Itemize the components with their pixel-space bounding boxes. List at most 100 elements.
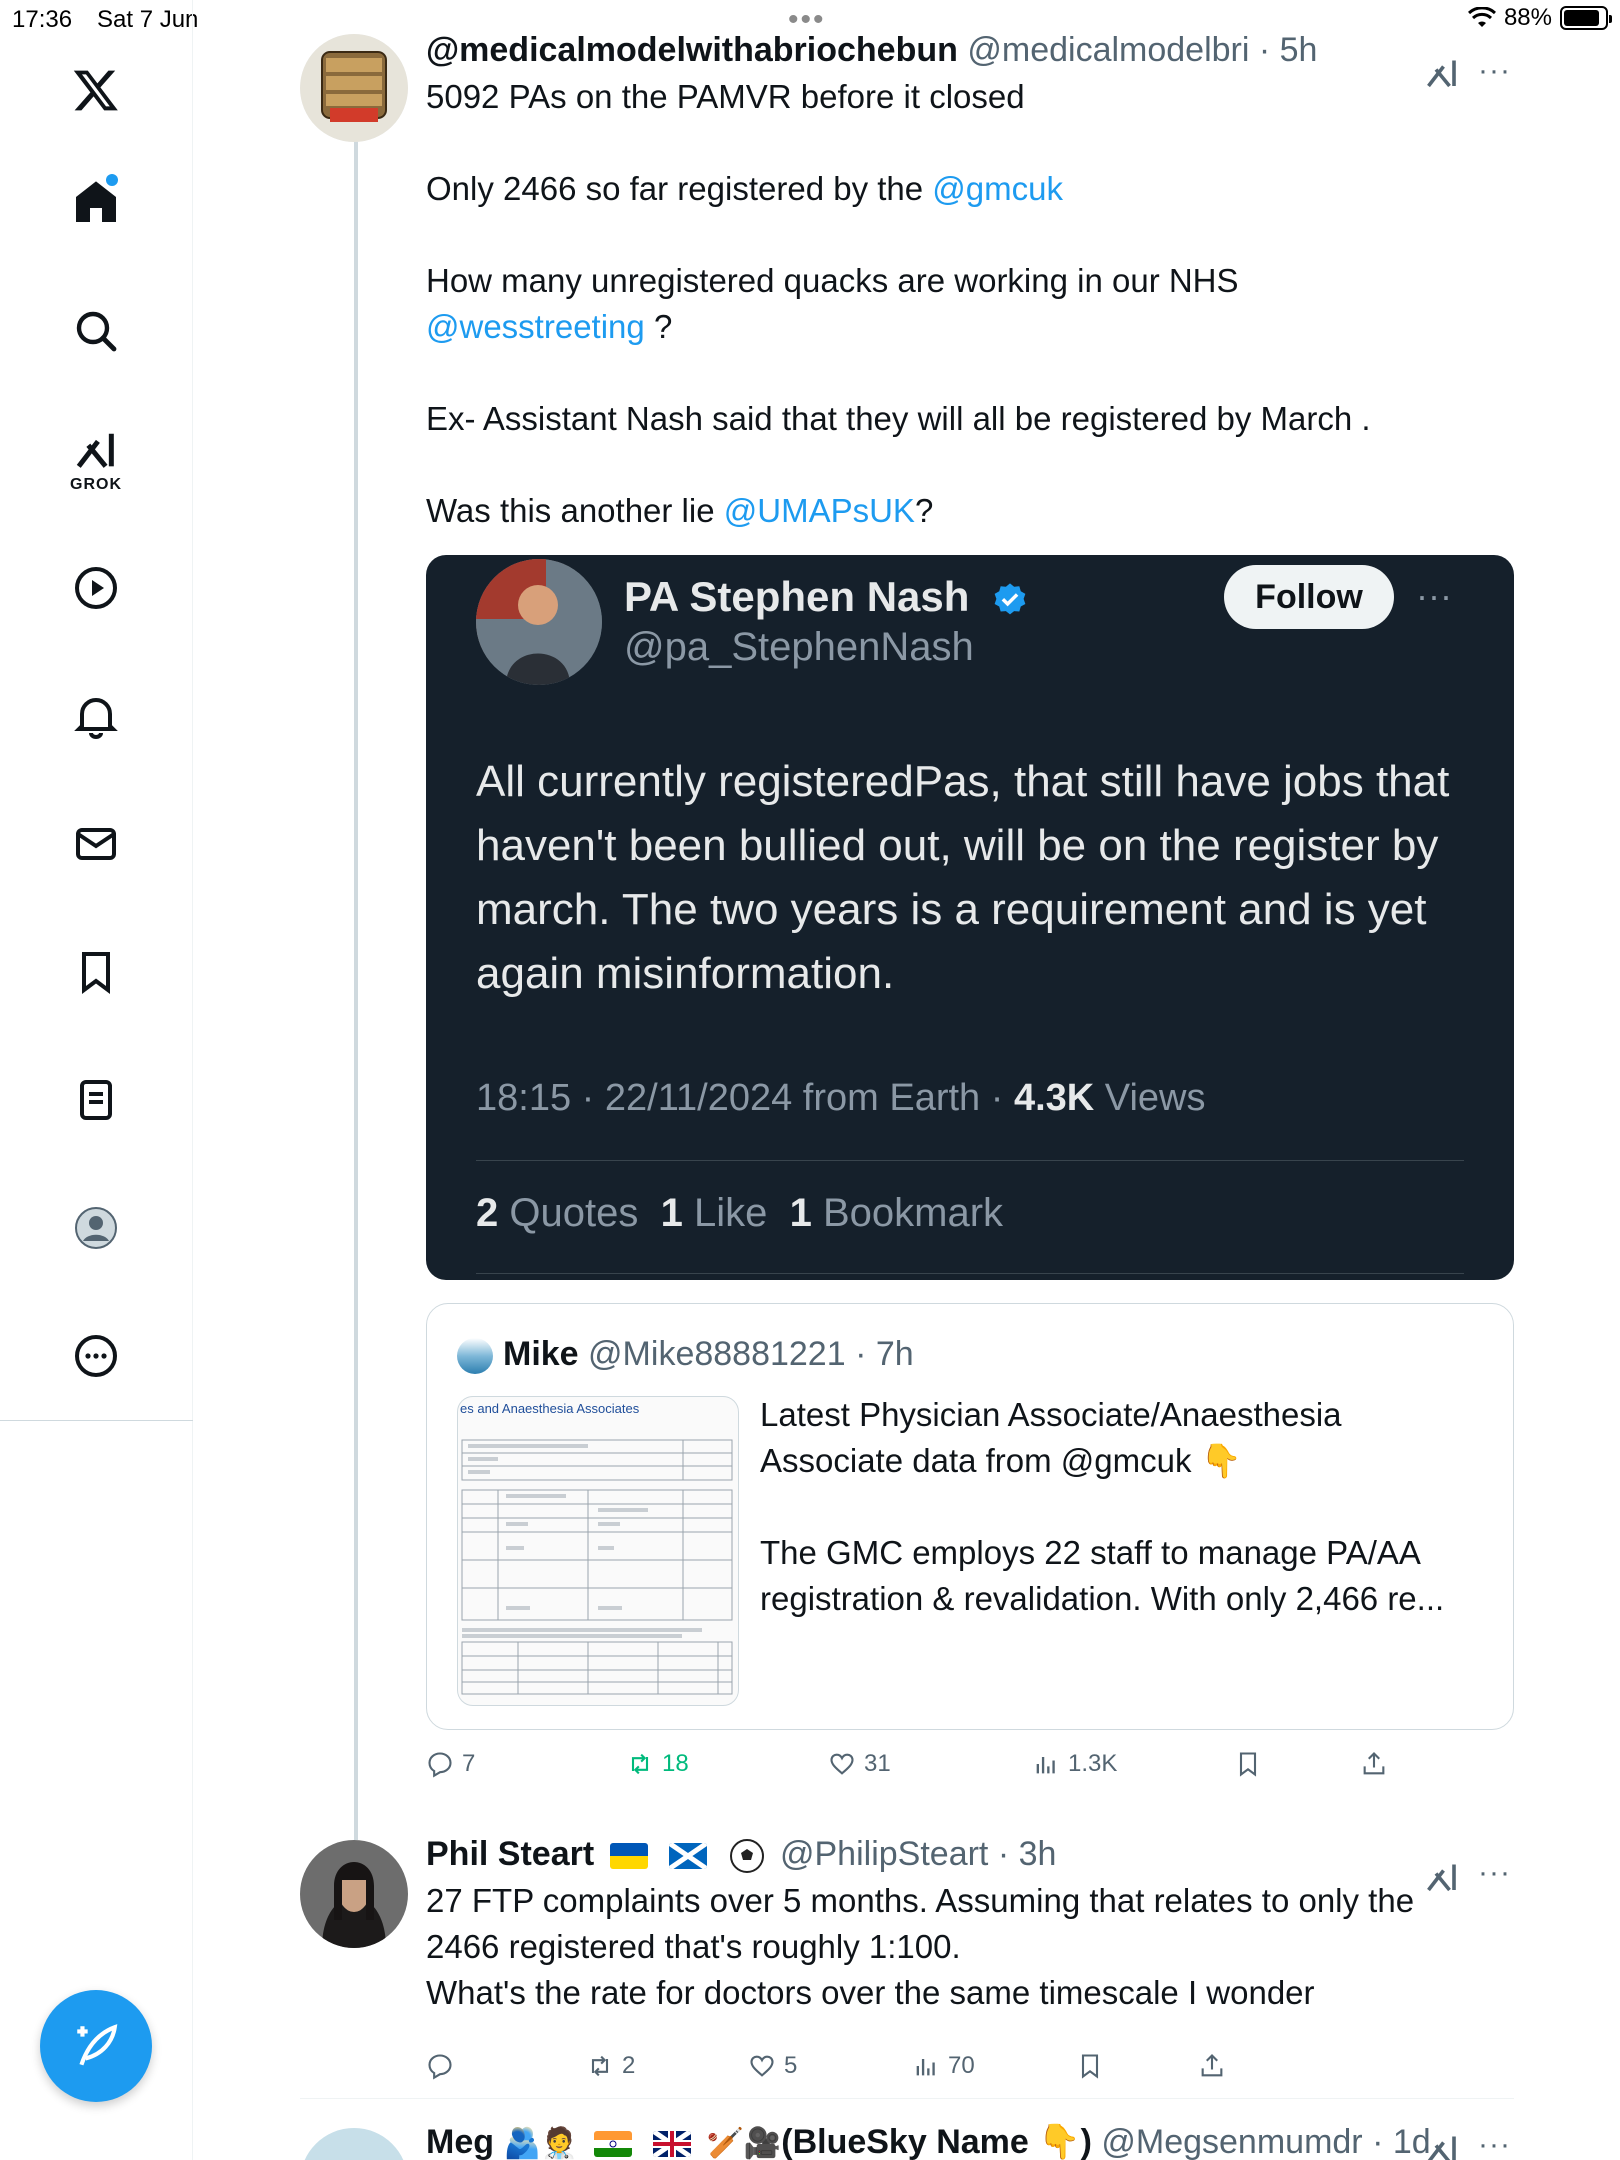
- thumbnail-title: es and Anaesthesia Associates: [460, 1401, 640, 1416]
- more-options-icon: ···: [1416, 575, 1452, 616]
- bookmark-button[interactable]: [1234, 1750, 1262, 1778]
- retweet-count: 18: [662, 1750, 689, 1777]
- analytics-icon: [916, 2059, 935, 2076]
- views-button[interactable]: 70: [912, 2052, 975, 2080]
- handle[interactable]: @PhilipSteart: [780, 1835, 988, 1873]
- like-count: 5: [784, 2052, 798, 2079]
- data-table-thumbnail[interactable]: es and Anaesthesia Associates: [457, 1396, 739, 1706]
- sidebar-item-bookmarks[interactable]: [60, 936, 132, 1008]
- handle[interactable]: @Megsenmumdr: [1101, 2123, 1362, 2160]
- mention-link[interactable]: @UMAPsUK: [724, 492, 915, 529]
- bookmark-icon: [82, 952, 110, 994]
- bell-icon: [74, 698, 118, 739]
- tweet-line: 2466 registered that's roughly 1:100.: [426, 1928, 961, 1965]
- cricket-camera-icons: 🏏🎥: [706, 2127, 782, 2160]
- like-count: 31: [864, 1750, 891, 1777]
- bookmark-icon: [1239, 1752, 1257, 1777]
- sidebar-item-lists[interactable]: [60, 1064, 132, 1136]
- person-photo: [476, 559, 602, 685]
- handle[interactable]: @medicalmodelbri: [967, 31, 1249, 69]
- share-icon: [1363, 1752, 1385, 1775]
- sidebar-item-profile[interactable]: [60, 1192, 132, 1264]
- sidebar-item-more[interactable]: [60, 1320, 132, 1392]
- sidebar-item-explore[interactable]: [60, 295, 132, 367]
- avatar: [476, 559, 602, 685]
- profile-avatar-icon: [75, 1207, 117, 1249]
- more-options-icon[interactable]: ···: [1478, 56, 1511, 86]
- sidebar: GROK: [0, 0, 193, 2160]
- display-name[interactable]: Phil Steart: [426, 1835, 594, 1873]
- uk-flag-icon: [653, 2131, 692, 2158]
- share-icon: [1201, 2054, 1223, 2077]
- bookmarks-count: 1: [789, 1191, 812, 1235]
- retweet-button[interactable]: 18: [626, 1750, 689, 1778]
- battery-icon: [1560, 6, 1612, 30]
- tweet-header: Meg 🫂🧑‍⚕️ 🏏🎥(BlueSky Name 👇) @Megsenmumd…: [426, 2123, 1431, 2160]
- reply-count: 7: [462, 1750, 476, 1777]
- sidebar-item-messages[interactable]: [60, 808, 132, 880]
- compose-post-button[interactable]: [40, 1990, 152, 2102]
- quoted-display-name: PA Stephen Nash: [624, 573, 1029, 621]
- sidebar-item-grok[interactable]: GROK: [60, 416, 132, 506]
- grok-icon[interactable]: [1424, 56, 1460, 92]
- timestamp[interactable]: 5h: [1280, 31, 1318, 69]
- sidebar-item-home[interactable]: [60, 166, 132, 238]
- sidebar-item-video[interactable]: [60, 552, 132, 624]
- avatar[interactable]: [300, 1840, 408, 1948]
- reply-icon: [428, 2054, 452, 2080]
- timestamp[interactable]: 3h: [1019, 1835, 1057, 1873]
- x-logo-icon[interactable]: [60, 54, 132, 126]
- tweet-actions: 2 5 70: [426, 2052, 1426, 2092]
- like-button[interactable]: 5: [748, 2052, 797, 2080]
- bookmark-icon: [1081, 2054, 1099, 2079]
- quoted-tweet-card[interactable]: Mike @Mike88881221 · 7h es and Anaesthes…: [426, 1303, 1514, 1730]
- bookmark-button[interactable]: [1076, 2052, 1104, 2080]
- quoted-text: All currently registeredPas, that still …: [476, 757, 1450, 998]
- attached-image[interactable]: PA Stephen Nash @pa_StephenNash Follow ·…: [426, 555, 1514, 1280]
- heart-icon: [830, 1753, 854, 1775]
- heart-icon: [750, 2055, 774, 2077]
- sidebar-divider: [0, 1420, 193, 1421]
- display-name[interactable]: @medicalmodelwithabriochebun: [426, 31, 958, 69]
- table-graphic: [461, 1439, 733, 1695]
- likes-label: Like: [693, 1191, 768, 1235]
- analytics-icon: [1036, 1757, 1055, 1774]
- display-name: Mike: [503, 1335, 579, 1373]
- sidebar-item-notifications[interactable]: [60, 680, 132, 752]
- retweet-count: 2: [622, 2052, 636, 2079]
- more-options-icon[interactable]: ···: [1478, 2130, 1511, 2160]
- divider: [476, 1273, 1464, 1274]
- reply-button[interactable]: 7: [426, 1750, 475, 1778]
- avatar[interactable]: [300, 2128, 408, 2160]
- divider: [476, 1160, 1464, 1161]
- tweet-header: @medicalmodelwithabriochebun @medicalmod…: [426, 31, 1318, 69]
- mention-link[interactable]: @wesstreeting: [426, 308, 645, 345]
- quoted-tweet-text: Latest Physician Associate/Anaesthesia A…: [760, 1392, 1490, 1622]
- quoted-text-line: The GMC employs 22 staff to manage PA/AA…: [760, 1534, 1445, 1617]
- avatar[interactable]: [300, 34, 408, 142]
- mention-link[interactable]: @gmcuk: [932, 170, 1063, 207]
- reply-icon: [428, 1752, 452, 1778]
- tweet-line: 5092 PAs on the PAMVR before it closed: [426, 78, 1025, 115]
- like-button[interactable]: 31: [828, 1750, 891, 1778]
- emoji-icons: 🫂🧑‍⚕️: [503, 2127, 579, 2160]
- retweet-button[interactable]: 2: [586, 2052, 635, 2080]
- more-options-icon[interactable]: ···: [1478, 1858, 1511, 1888]
- bookmarks-label: Bookmark: [822, 1191, 1004, 1235]
- share-button[interactable]: [1360, 1750, 1388, 1778]
- tweet-divider: [300, 2098, 1514, 2099]
- grok-icon[interactable]: [1424, 2132, 1460, 2160]
- person-photo: [300, 1840, 408, 1948]
- reply-button[interactable]: [426, 2052, 462, 2080]
- envelope-icon: [76, 828, 116, 860]
- tweet-actions: 7 18 31 1.3K: [426, 1750, 1426, 1790]
- search-icon: [76, 311, 117, 352]
- views-button[interactable]: 1.3K: [1032, 1750, 1117, 1778]
- gmc-logo-image: [300, 34, 408, 142]
- grok-icon[interactable]: [1424, 1860, 1460, 1896]
- display-name[interactable]: Meg: [426, 2123, 494, 2160]
- quoted-handle: @pa_StephenNash: [624, 625, 974, 669]
- name-text: PA Stephen Nash: [624, 573, 970, 620]
- text-span: Only 2466 so far registered by the: [426, 170, 924, 207]
- share-button[interactable]: [1198, 2052, 1226, 2080]
